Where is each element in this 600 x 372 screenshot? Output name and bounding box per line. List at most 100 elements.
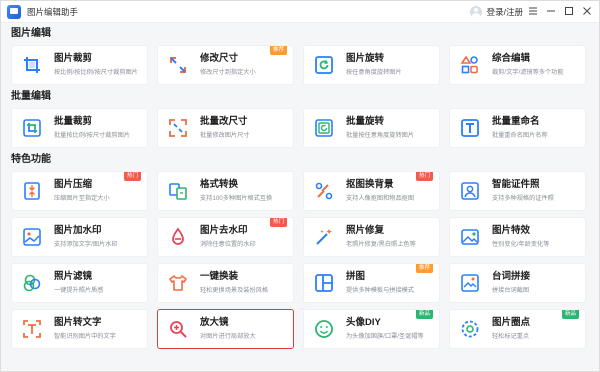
card-title: 图片加水印 xyxy=(54,225,102,236)
card-title: 放大镜 xyxy=(200,317,229,328)
feature-card-add-watermark[interactable]: 图片加水印 支持添加文字/图片水印 xyxy=(11,217,148,257)
feature-card-compress[interactable]: 图片压缩 压缩图片至指定大小 热门 xyxy=(11,171,148,211)
card-badge: 热门 xyxy=(123,172,141,181)
crop-icon xyxy=(22,55,42,75)
card-text: 智能证件照 支持多种规格的证件照 xyxy=(492,179,554,203)
feature-card-convert[interactable]: 格式转换支持100多种图片格式互换 xyxy=(157,171,294,211)
card-text: 图片特效 性别变化/年龄变化等 xyxy=(492,225,549,249)
card-description: 批量重命名图片名称 xyxy=(492,132,548,139)
card-text: 图片旋转 按任意角度旋转图片 xyxy=(346,53,402,77)
shapes-icon xyxy=(460,55,480,75)
feature-card-id-photo[interactable]: 智能证件照 支持多种规格的证件照 xyxy=(449,171,586,211)
card-title: 批量改尺寸 xyxy=(200,116,248,127)
card-description: 提供多种模板与拼接模式 xyxy=(346,287,415,294)
card-description: 性别变化/年龄变化等 xyxy=(492,241,550,248)
circle-mark-icon xyxy=(460,319,480,339)
feature-card-cutout[interactable]: 抠图换背景 支持人像抠图和物品抠图 热门 xyxy=(303,171,440,211)
magnifier-icon xyxy=(168,319,188,339)
card-title: 批量旋转 xyxy=(346,116,385,127)
feature-card-collage[interactable]: 拼图 提供多种模板与拼接模式 推荐 xyxy=(303,263,440,303)
card-text: 台词拼接 拼接台词截图 xyxy=(492,271,530,295)
card-title: 批量重命名 xyxy=(492,116,540,127)
minimize-icon[interactable] xyxy=(545,5,557,17)
feature-card-crop[interactable]: 图片裁剪 按比例/按比例/按尺寸裁剪图片 xyxy=(11,45,148,85)
feature-card-remove-watermark[interactable]: 图片去水印 消除任意位置的水印 热门 xyxy=(157,217,294,257)
title-bar: 图片编辑助手 登录/注册 xyxy=(1,1,599,23)
feature-panel: 图片编辑 图片裁剪 按比例/按比例/按尺寸裁剪图片 修改尺寸 修改尺寸到指定大小 推荐图… xyxy=(11,26,591,353)
feature-card-subtitle[interactable]: 台词拼接 拼接台词截图 xyxy=(449,263,586,303)
card-title: 智能证件照 xyxy=(492,179,540,190)
subtitle-icon xyxy=(460,273,480,293)
rename-icon xyxy=(460,118,480,138)
feature-card-filter[interactable]: 照片滤镜 一键提升照片质感 xyxy=(11,263,148,303)
picture-effect-icon xyxy=(460,227,480,247)
close-icon[interactable] xyxy=(581,5,593,17)
card-text: 图片圈点 轻松标记重点 xyxy=(492,317,530,341)
add-watermark-icon xyxy=(22,227,42,247)
feature-card-batch-crop[interactable]: 批量裁剪批量按比例/按尺寸裁剪图片 xyxy=(11,108,148,148)
card-text: 图片转文字 智能识别图片中的文字 xyxy=(54,317,116,341)
smiley-icon xyxy=(314,319,334,339)
feature-card-ocr[interactable]: 图片转文字 智能识别图片中的文字 xyxy=(11,309,148,349)
menu-icon[interactable] xyxy=(527,5,539,17)
card-text: 批量旋转 批量按任意角度旋转图片 xyxy=(346,116,414,140)
feature-card-resize-arrows[interactable]: 修改尺寸 修改尺寸到指定大小 推荐 xyxy=(157,45,294,85)
user-box[interactable]: 登录/注册 xyxy=(469,5,523,18)
collage-icon xyxy=(314,273,334,293)
feature-card-smiley[interactable]: 头像DIY 为头像加国旗/口罩/圣诞帽等 新品 xyxy=(303,309,440,349)
card-text: 拼图提供多种模板与拼接模式 xyxy=(346,271,414,295)
card-title: 拼图 xyxy=(346,271,366,282)
card-title: 格式转换 xyxy=(200,179,239,190)
card-description: 批量修改图片尺寸 xyxy=(200,132,250,139)
card-text: 格式转换支持100多种图片格式互换 xyxy=(200,179,272,203)
card-description: 为头像加国旗/口罩/圣诞帽等 xyxy=(346,333,424,340)
feature-card-picture-effect[interactable]: 图片特效 性别变化/年龄变化等 xyxy=(449,217,586,257)
card-title: 一键换装 xyxy=(200,271,239,282)
card-text: 图片压缩 压缩图片至指定大小 xyxy=(54,179,110,203)
feature-card-circle-mark[interactable]: 图片圈点 轻松标记重点 新品 xyxy=(449,309,586,349)
card-text: 头像DIY 为头像加国旗/口罩/圣诞帽等 xyxy=(346,317,424,341)
maximize-icon[interactable] xyxy=(563,5,575,17)
card-title: 图片旋转 xyxy=(346,53,385,64)
card-text: 照片滤镜 一键提升照片质感 xyxy=(54,271,104,295)
feature-card-batch-rotate[interactable]: 批量旋转 批量按任意角度旋转图片 xyxy=(303,108,440,148)
card-text: 图片裁剪 按比例/按比例/按尺寸裁剪图片 xyxy=(54,53,138,77)
card-title: 批量裁剪 xyxy=(54,116,93,127)
tshirt-icon xyxy=(168,273,188,293)
card-badge: 新品 xyxy=(415,310,433,319)
convert-icon xyxy=(168,181,188,201)
card-description: 修改尺寸到指定大小 xyxy=(200,69,256,76)
card-description: 支持100多种图片格式互换 xyxy=(200,195,273,202)
card-description: 批量按比例/按尺寸裁剪图片 xyxy=(54,132,130,139)
card-badge: 热门 xyxy=(415,172,433,181)
card-text: 一键换装轻松更换场景及装扮风格 xyxy=(200,271,268,295)
window-controls xyxy=(527,5,593,17)
card-description: 支持人像抠图和物品抠图 xyxy=(346,195,415,202)
card-description: 轻松更换场景及装扮风格 xyxy=(200,287,269,294)
card-badge: 新品 xyxy=(561,310,579,319)
feature-card-magnifier[interactable]: 放大镜对图片进行局部放大 xyxy=(157,309,294,349)
card-badge: 推荐 xyxy=(269,46,287,55)
id-photo-icon xyxy=(460,181,480,201)
card-title: 照片滤镜 xyxy=(54,271,93,282)
feature-card-shapes[interactable]: 综合编辑 裁剪/文字/滤镜等多个功能 xyxy=(449,45,586,85)
card-badge: 推荐 xyxy=(415,264,433,273)
feature-card-rename[interactable]: 批量重命名批量重命名图片名称 xyxy=(449,108,586,148)
remove-watermark-icon xyxy=(168,227,188,247)
feature-card-tshirt[interactable]: 一键换装轻松更换场景及装扮风格 xyxy=(157,263,294,303)
app-window: 图片编辑助手 登录/注册 图片编辑 图片裁剪 按比例/按比例/按尺寸裁剪图片 修改尺… xyxy=(0,0,600,372)
login-link[interactable]: 登录/注册 xyxy=(487,6,523,18)
card-text: 修改尺寸 修改尺寸到指定大小 xyxy=(200,53,256,77)
card-text: 放大镜对图片进行局部放大 xyxy=(200,317,256,341)
avatar-icon[interactable] xyxy=(469,5,482,18)
card-text: 综合编辑 裁剪/文字/滤镜等多个功能 xyxy=(492,53,564,77)
card-text: 批量裁剪批量按比例/按尺寸裁剪图片 xyxy=(54,116,130,140)
feature-card-rotate[interactable]: 图片旋转 按任意角度旋转图片 xyxy=(303,45,440,85)
feature-card-magic-wand[interactable]: 照片修复 老照片修复/黑白照上色等 xyxy=(303,217,440,257)
card-description: 对图片进行局部放大 xyxy=(200,333,256,340)
card-text: 图片加水印 支持添加文字/图片水印 xyxy=(54,225,118,249)
card-title: 头像DIY xyxy=(346,317,381,328)
compress-icon xyxy=(22,181,42,201)
feature-card-batch-resize[interactable]: 批量改尺寸批量修改图片尺寸 xyxy=(157,108,294,148)
card-title: 图片转文字 xyxy=(54,317,102,328)
